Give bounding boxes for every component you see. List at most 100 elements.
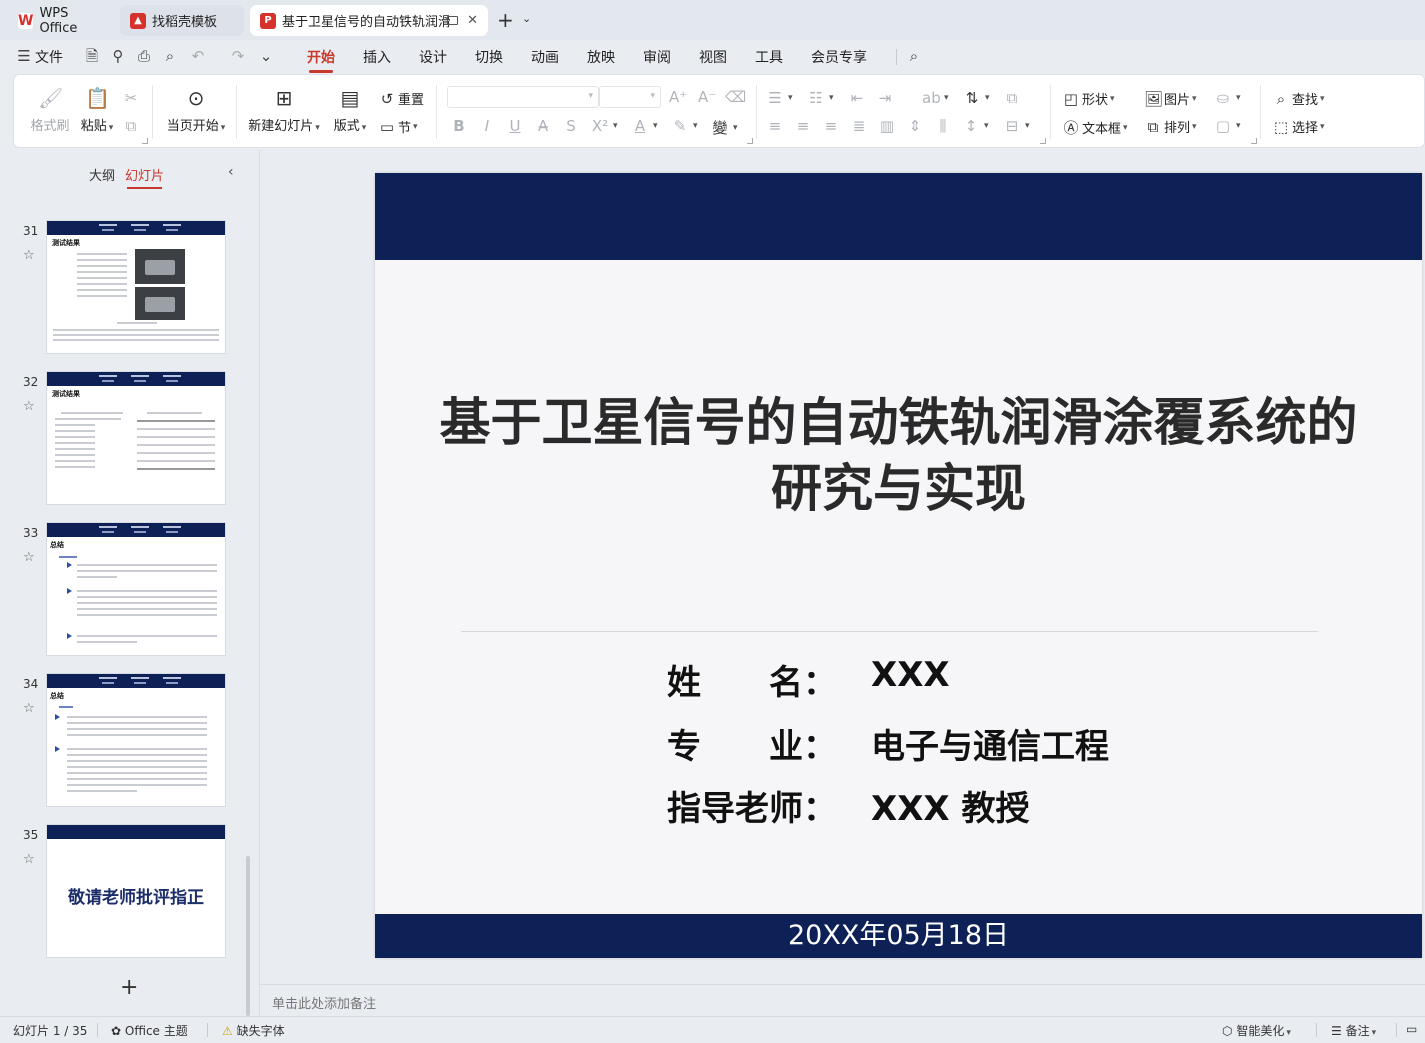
menu-file[interactable]: 文件 — [35, 47, 63, 67]
missing-font-button[interactable]: ⚠ 缺失字体 — [222, 1022, 285, 1039]
textbox-button[interactable]: Ⓐ 文本框 ▾ — [1062, 117, 1127, 138]
copy-icon[interactable]: ⧉ — [122, 117, 140, 135]
highlight-button[interactable]: ✎ ▾ — [671, 117, 698, 135]
group-expand-icon[interactable] — [1040, 138, 1046, 144]
strikethrough-button[interactable]: A̶ — [534, 117, 554, 135]
link-icon[interactable]: ⚲ — [110, 48, 126, 64]
tab-outline[interactable]: 大纲 — [89, 165, 115, 184]
shape-button[interactable]: ◰ 形状 ▾ — [1062, 89, 1115, 109]
play-from-current-button[interactable]: ⊙ 当页开始 ▾ — [164, 87, 228, 134]
font-grow-button[interactable]: A⁺ — [669, 88, 689, 106]
new-tab-icon[interactable]: + — [497, 8, 514, 32]
major-value[interactable]: 电子与通信工程 — [871, 719, 1109, 768]
vertical-distribute-button[interactable]: ⇕ — [906, 117, 926, 135]
shadow-button[interactable]: S — [562, 117, 582, 135]
tab-docer-templates[interactable]: ▲ 找稻壳模板 — [120, 5, 244, 36]
close-icon[interactable]: ✕ — [467, 13, 478, 28]
align-left-button[interactable]: ≡ — [766, 117, 786, 135]
menu-view[interactable]: 视图 — [699, 47, 727, 67]
outline-button[interactable]: ▢ ▾ — [1214, 117, 1241, 135]
redo-icon[interactable]: ↷ — [230, 48, 246, 64]
menu-transition[interactable]: 切换 — [475, 47, 503, 67]
group-expand-icon[interactable] — [747, 138, 753, 144]
slide-title[interactable]: 基于卫星信号的自动铁轨润滑涂覆系统的 研究与实现 — [395, 391, 1402, 523]
justify-button[interactable]: ≣ — [850, 117, 870, 135]
font-color-button[interactable]: A ▾ — [631, 117, 658, 135]
notes-toggle-button[interactable]: ☰ 备注 ▾ — [1331, 1022, 1376, 1039]
layout-button[interactable]: ▤ 版式 ▾ — [330, 87, 370, 134]
picture-button[interactable]: 🖼 图片 ▾ — [1144, 89, 1197, 109]
column-button[interactable]: ⫼ — [934, 117, 954, 135]
save-icon[interactable]: 🗎 — [84, 48, 100, 64]
current-slide[interactable]: 基于卫星信号的自动铁轨润滑涂覆系统的 研究与实现 姓 名： XXX 专 业： 电… — [375, 173, 1422, 958]
menu-design[interactable]: 设计 — [419, 47, 447, 67]
collapse-panel-icon[interactable]: ‹ — [228, 164, 234, 180]
slide-thumbnail-35[interactable]: 敬请老师批评指正 — [46, 824, 226, 958]
menu-review[interactable]: 审阅 — [643, 47, 671, 67]
chevron-down-icon[interactable]: ⌄ — [522, 12, 531, 25]
undo-icon[interactable]: ↶ — [190, 48, 206, 64]
group-expand-icon[interactable] — [1251, 138, 1257, 144]
slide-thumbnail-32[interactable]: 测试结果 — [46, 371, 226, 505]
clear-format-button[interactable]: ⌫ — [725, 88, 746, 106]
slide-thumbnail-34[interactable]: 总结 — [46, 673, 226, 807]
italic-button[interactable]: I — [478, 117, 498, 135]
tab-current-presentation[interactable]: P 基于卫星信号的自动铁轨润滑涂 ✕ — [250, 5, 488, 36]
section-button[interactable]: ▭ 节 ▾ — [378, 117, 418, 137]
font-name-select[interactable]: ▾ — [447, 86, 599, 108]
star-icon[interactable]: ☆ — [23, 701, 35, 716]
theme-button[interactable]: ✿ Office 主题 — [111, 1022, 188, 1039]
group-expand-icon[interactable] — [142, 138, 148, 144]
menu-slideshow[interactable]: 放映 — [587, 47, 615, 67]
phonetic-button[interactable]: 變 ▾ — [711, 117, 737, 138]
font-size-select[interactable]: ▾ — [599, 86, 661, 108]
menu-insert[interactable]: 插入 — [363, 47, 391, 67]
superscript-button[interactable]: X² ▾ — [591, 117, 618, 135]
notes-pane[interactable]: 单击此处添加备注 — [259, 984, 1425, 1016]
name-value[interactable]: XXX — [871, 655, 950, 695]
numbering-button[interactable]: ☷ ▾ — [807, 89, 833, 107]
advisor-value[interactable]: XXX 教授 — [871, 781, 1029, 830]
align-center-button[interactable]: ≡ — [794, 117, 814, 135]
monitor-icon[interactable] — [447, 16, 458, 25]
chevron-down-icon[interactable]: ⌄ — [258, 48, 274, 64]
search-icon[interactable]: ⌕ — [906, 48, 922, 64]
star-icon[interactable]: ☆ — [23, 399, 35, 414]
text-direction-button[interactable]: ab ▾ — [922, 89, 949, 107]
star-icon[interactable]: ☆ — [23, 550, 35, 565]
new-slide-button[interactable]: ⊞ 新建幻灯片 ▾ — [248, 87, 320, 134]
find-button[interactable]: ⌕ 查找 ▾ — [1272, 89, 1325, 109]
menu-home[interactable]: 开始 — [307, 47, 335, 73]
underline-button[interactable]: U — [506, 117, 526, 135]
format-painter-button[interactable]: 🖌 格式刷 — [30, 87, 70, 134]
fill-button[interactable]: ⛀ ▾ — [1214, 89, 1241, 107]
panel-scrollbar[interactable] — [246, 856, 250, 1016]
smart-beautify-button[interactable]: ⬡ 智能美化 ▾ — [1222, 1022, 1291, 1039]
print-icon[interactable]: ⎙ — [136, 48, 152, 64]
font-shrink-button[interactable]: A⁻ — [698, 88, 718, 106]
align-right-button[interactable]: ≡ — [822, 117, 842, 135]
slide-date[interactable]: 20XX年05月18日 — [375, 913, 1422, 952]
bullets-button[interactable]: ☰ ▾ — [766, 89, 792, 107]
decrease-indent-button[interactable]: ⇤ — [848, 89, 868, 107]
menu-membership[interactable]: 会员专享 — [811, 47, 867, 67]
star-icon[interactable]: ☆ — [23, 248, 35, 263]
cut-icon[interactable]: ✂ — [122, 89, 140, 107]
increase-indent-button[interactable]: ⇥ — [876, 89, 896, 107]
menu-tools[interactable]: 工具 — [755, 47, 783, 67]
convert-smartart-button[interactable]: ⧉ — [1003, 89, 1023, 107]
line-spacing-button[interactable]: ↕ ▾ — [962, 117, 989, 135]
bold-button[interactable]: B — [450, 117, 470, 135]
tab-wps-office[interactable]: W WPS Office — [8, 5, 114, 36]
star-icon[interactable]: ☆ — [23, 852, 35, 867]
sort-button[interactable]: ⇅ ▾ — [963, 89, 990, 107]
normal-view-icon[interactable]: ▭ — [1406, 1022, 1417, 1036]
print-preview-icon[interactable]: ⌕ — [162, 48, 178, 64]
distribute-button[interactable]: ▥ — [878, 117, 898, 135]
add-slide-icon[interactable]: + — [120, 975, 138, 1000]
text-box-align-button[interactable]: ⊟ ▾ — [1003, 117, 1030, 135]
slide-thumbnail-33[interactable]: 总结 — [46, 522, 226, 656]
tab-slides[interactable]: 幻灯片 — [125, 165, 164, 189]
menu-animation[interactable]: 动画 — [531, 47, 559, 67]
hamburger-icon[interactable]: ☰ — [16, 48, 32, 64]
